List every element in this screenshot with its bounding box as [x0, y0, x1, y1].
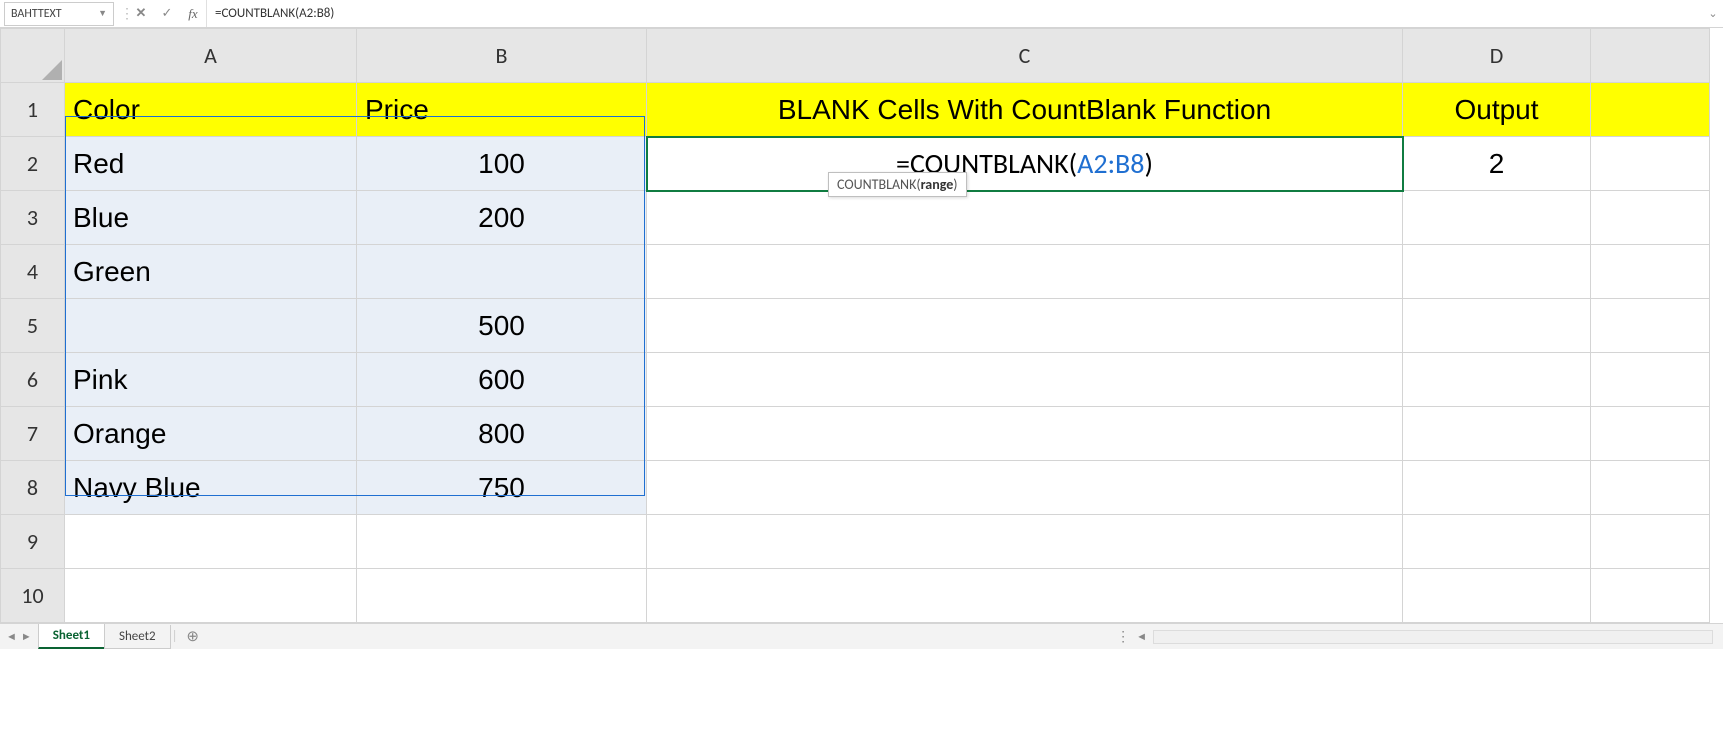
cancel-icon: ✕ — [136, 6, 147, 21]
cell-A3[interactable]: Blue — [65, 191, 357, 245]
cell-E9[interactable] — [1591, 515, 1710, 569]
row-header-5[interactable]: 5 — [1, 299, 65, 353]
tab-separator: | — [172, 629, 178, 644]
check-icon: ✓ — [162, 6, 173, 21]
cell-D10[interactable] — [1403, 569, 1591, 623]
cell-E4[interactable] — [1591, 245, 1710, 299]
cell-B10[interactable] — [357, 569, 647, 623]
sheet-nav-next-icon[interactable]: ► — [21, 630, 32, 643]
column-header-D[interactable]: D — [1403, 29, 1591, 83]
cell-E2[interactable] — [1591, 137, 1710, 191]
cell-B7[interactable]: 800 — [357, 407, 647, 461]
cell-C9[interactable] — [647, 515, 1403, 569]
cell-B6[interactable]: 600 — [357, 353, 647, 407]
row-header-6[interactable]: 6 — [1, 353, 65, 407]
row-header-4[interactable]: 4 — [1, 245, 65, 299]
enter-button[interactable]: ✓ — [154, 2, 180, 26]
tab-scroll-dots-icon[interactable]: ⋮ — [1116, 628, 1130, 645]
cell-C2-editing[interactable]: =COUNTBLANK(A2:B8) — [647, 137, 1403, 191]
cell-E10[interactable] — [1591, 569, 1710, 623]
cell-D6[interactable] — [1403, 353, 1591, 407]
row-header-9[interactable]: 9 — [1, 515, 65, 569]
horizontal-scrollbar[interactable] — [1153, 630, 1713, 644]
formula-bar: BAHTTEXT ▼ ⋮ ✕ ✓ fx =COUNTBLANK(A2:B8) ⌄ — [0, 0, 1723, 28]
cell-C7[interactable] — [647, 407, 1403, 461]
cell-C4[interactable] — [647, 245, 1403, 299]
cell-D2[interactable]: 2 — [1403, 137, 1591, 191]
cell-A4[interactable]: Green — [65, 245, 357, 299]
cell-B9[interactable] — [357, 515, 647, 569]
cell-E1[interactable] — [1591, 83, 1710, 137]
cell-D7[interactable] — [1403, 407, 1591, 461]
cell-E6[interactable] — [1591, 353, 1710, 407]
cell-C3[interactable] — [647, 191, 1403, 245]
cell-A2[interactable]: Red — [65, 137, 357, 191]
cell-A10[interactable] — [65, 569, 357, 623]
sheet-tab-bar: ◄ ► Sheet1 Sheet2 | ⊕ ⋮ ◄ — [0, 623, 1723, 649]
cell-B3[interactable]: 200 — [357, 191, 647, 245]
cell-E7[interactable] — [1591, 407, 1710, 461]
column-header-C[interactable]: C — [647, 29, 1403, 83]
row-header-10[interactable]: 10 — [1, 569, 65, 623]
cancel-button[interactable]: ✕ — [128, 2, 154, 26]
sheet-tab-sheet2[interactable]: Sheet2 — [104, 625, 171, 649]
cell-D8[interactable] — [1403, 461, 1591, 515]
cell-C1[interactable]: BLANK Cells With CountBlank Function — [647, 83, 1403, 137]
row-header-1[interactable]: 1 — [1, 83, 65, 137]
column-header-B[interactable]: B — [357, 29, 647, 83]
cell-A9[interactable] — [65, 515, 357, 569]
sheet-tab-sheet1[interactable]: Sheet1 — [38, 624, 105, 649]
cell-B1[interactable]: Price — [357, 83, 647, 137]
tab-scroll-area: ⋮ ◄ — [1116, 628, 1723, 645]
column-header-A[interactable]: A — [65, 29, 357, 83]
row-header-8[interactable]: 8 — [1, 461, 65, 515]
spreadsheet-grid: A B C D 1 Color Price BLANK Cells With C… — [0, 28, 1723, 623]
name-box-text: BAHTTEXT — [11, 7, 98, 21]
name-box[interactable]: BAHTTEXT ▼ — [4, 2, 114, 26]
cell-E5[interactable] — [1591, 299, 1710, 353]
cell-D5[interactable] — [1403, 299, 1591, 353]
insert-function-button[interactable]: fx — [180, 2, 206, 26]
row-header-2[interactable]: 2 — [1, 137, 65, 191]
row-header-7[interactable]: 7 — [1, 407, 65, 461]
column-header-E[interactable] — [1591, 29, 1710, 83]
cell-B4[interactable] — [357, 245, 647, 299]
cell-C6[interactable] — [647, 353, 1403, 407]
formula-bar-separator: ⋮ — [120, 5, 126, 22]
sheet-nav-prev-icon[interactable]: ◄ — [6, 630, 17, 643]
cell-C5[interactable] — [647, 299, 1403, 353]
formula-input[interactable]: =COUNTBLANK(A2:B8) — [206, 0, 1703, 27]
cell-A7[interactable]: Orange — [65, 407, 357, 461]
name-box-dropdown-icon[interactable]: ▼ — [98, 8, 107, 19]
formula-bar-expand-icon[interactable]: ⌄ — [1703, 7, 1723, 20]
sheet-nav: ◄ ► — [0, 630, 38, 643]
function-tooltip[interactable]: COUNTBLANK(range) — [828, 172, 967, 197]
cell-A8[interactable]: Navy Blue — [65, 461, 357, 515]
cell-A1[interactable]: Color — [65, 83, 357, 137]
cell-B2[interactable]: 100 — [357, 137, 647, 191]
cell-E3[interactable] — [1591, 191, 1710, 245]
fx-icon: fx — [188, 6, 197, 22]
select-all-corner[interactable] — [1, 29, 65, 83]
add-sheet-button[interactable]: ⊕ — [180, 627, 206, 646]
cell-C10[interactable] — [647, 569, 1403, 623]
cell-B5[interactable]: 500 — [357, 299, 647, 353]
cell-D9[interactable] — [1403, 515, 1591, 569]
cell-B8[interactable]: 750 — [357, 461, 647, 515]
cell-D4[interactable] — [1403, 245, 1591, 299]
tab-scroll-left-icon[interactable]: ◄ — [1136, 630, 1147, 643]
cell-E8[interactable] — [1591, 461, 1710, 515]
cell-C8[interactable] — [647, 461, 1403, 515]
cell-D3[interactable] — [1403, 191, 1591, 245]
cell-A6[interactable]: Pink — [65, 353, 357, 407]
cell-A5[interactable] — [65, 299, 357, 353]
cell-D1[interactable]: Output — [1403, 83, 1591, 137]
row-header-3[interactable]: 3 — [1, 191, 65, 245]
select-all-triangle-icon — [42, 60, 62, 80]
